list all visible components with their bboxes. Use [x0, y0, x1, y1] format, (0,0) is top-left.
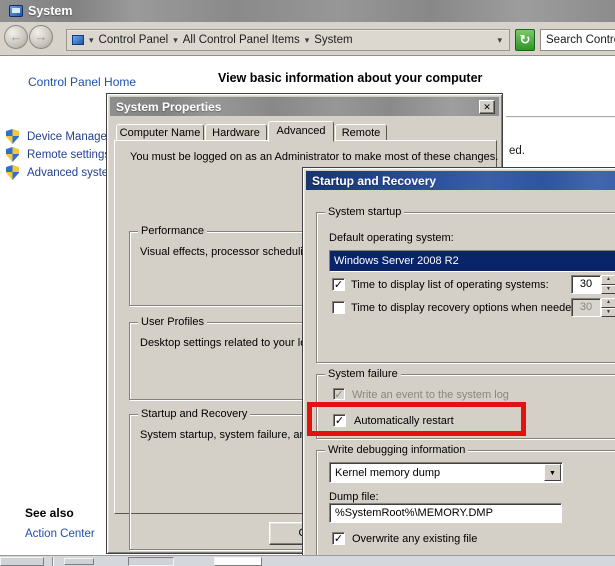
tab-remote[interactable]: Remote [335, 124, 387, 141]
default-os-select[interactable]: Windows Server 2008 R2 [329, 250, 615, 272]
refresh-icon: ↻ [520, 32, 531, 47]
taskbar-button[interactable] [128, 557, 174, 566]
sidebar-item-control-panel-home[interactable]: Control Panel Home [28, 75, 136, 89]
check-icon: ✓ [334, 389, 343, 401]
time-list-checkbox[interactable]: ✓ [332, 278, 345, 291]
system-properties-titlebar[interactable]: System Properties ✕ [110, 97, 499, 116]
spin-down-icon: ▼ [601, 308, 615, 318]
time-recovery-value: 30 [571, 298, 601, 317]
taskbar-button[interactable] [0, 557, 44, 566]
close-icon[interactable]: ✕ [479, 100, 495, 114]
startup-recovery-title: Startup and Recovery [312, 174, 436, 188]
spin-up-icon: ▲ [601, 298, 615, 308]
default-os-label: Default operating system: [329, 232, 454, 244]
breadcrumb-system[interactable]: System [314, 34, 352, 46]
refresh-button[interactable]: ↻ [515, 29, 535, 51]
window-title: System [28, 4, 72, 18]
address-dropdown-icon[interactable]: ▾ [497, 35, 509, 46]
screen: System ← → ▾ Control Panel ▾ All Control… [0, 0, 615, 566]
back-button[interactable]: ← [4, 25, 28, 49]
time-list-spinner[interactable]: ▲ ▼ [601, 275, 615, 294]
uac-shield-icon [6, 165, 19, 180]
write-event-checkbox: ✓ [333, 388, 345, 400]
navigation-bar: ← → ▾ Control Panel ▾ All Control Panel … [0, 22, 615, 56]
taskbar-divider [52, 557, 53, 566]
time-recovery-spinner: ▲ ▼ [601, 298, 615, 317]
time-recovery-checkbox[interactable] [332, 301, 345, 314]
clipped-text-fragment: ed. [509, 145, 525, 157]
admin-note: You must be logged on as an Administrato… [130, 151, 498, 163]
dump-type-select[interactable]: Kernel memory dump ▼ [329, 462, 563, 483]
uac-shield-icon [6, 147, 19, 162]
tab-advanced[interactable]: Advanced [268, 121, 334, 142]
check-icon: ✓ [334, 279, 343, 291]
breadcrumb[interactable]: ▾ Control Panel ▾ All Control Panel Item… [66, 29, 510, 51]
overwrite-label: Overwrite any existing file [352, 533, 477, 545]
combo-arrow-icon[interactable]: ▼ [544, 464, 561, 481]
dump-file-input[interactable] [329, 503, 562, 523]
highlight-rectangle [307, 402, 526, 436]
sidebar-item-action-center[interactable]: Action Center [25, 528, 95, 540]
taskbar-button[interactable] [64, 558, 94, 565]
spin-up-icon[interactable]: ▲ [601, 275, 615, 285]
startup-and-recovery-dialog: Startup and Recovery System startup Defa… [302, 167, 615, 566]
check-icon: ✓ [334, 533, 343, 545]
chevron-down-icon[interactable]: ▾ [168, 35, 183, 46]
window-titlebar: System [0, 0, 615, 22]
spin-down-icon[interactable]: ▼ [601, 285, 615, 295]
tab-computer-name[interactable]: Computer Name [116, 124, 204, 141]
breadcrumb-control-panel[interactable]: Control Panel [99, 34, 169, 46]
time-list-value[interactable]: 30 [571, 275, 601, 294]
system-properties-title: System Properties [116, 100, 221, 114]
time-recovery-label: Time to display recovery options when ne… [351, 302, 581, 314]
system-window-icon [9, 5, 23, 17]
page-title: View basic information about your comput… [218, 71, 482, 85]
chevron-down-icon[interactable]: ▾ [300, 35, 315, 46]
overwrite-checkbox[interactable]: ✓ [332, 532, 345, 545]
breadcrumb-all-items[interactable]: All Control Panel Items [183, 34, 300, 46]
see-also-heading: See also [25, 506, 74, 520]
taskbar-button[interactable] [214, 557, 262, 566]
startup-recovery-titlebar[interactable]: Startup and Recovery [306, 171, 615, 190]
back-arrow-icon: ← [10, 29, 23, 44]
section-divider [506, 116, 615, 117]
write-event-label: Write an event to the system log [352, 389, 509, 401]
sidebar-item-remote-settings[interactable]: Remote settings [6, 147, 110, 162]
forward-button[interactable]: → [29, 25, 53, 49]
uac-shield-icon [6, 129, 19, 144]
chevron-down-icon[interactable]: ▾ [84, 35, 99, 46]
sidebar-item-device-manager[interactable]: Device Manager [6, 129, 111, 144]
control-panel-icon [72, 35, 84, 45]
dump-file-label: Dump file: [329, 491, 379, 503]
tab-hardware[interactable]: Hardware [205, 124, 267, 141]
forward-arrow-icon: → [35, 29, 48, 44]
search-input[interactable] [540, 29, 615, 51]
time-list-label: Time to display list of operating system… [351, 279, 549, 291]
taskbar-strip [0, 555, 615, 566]
